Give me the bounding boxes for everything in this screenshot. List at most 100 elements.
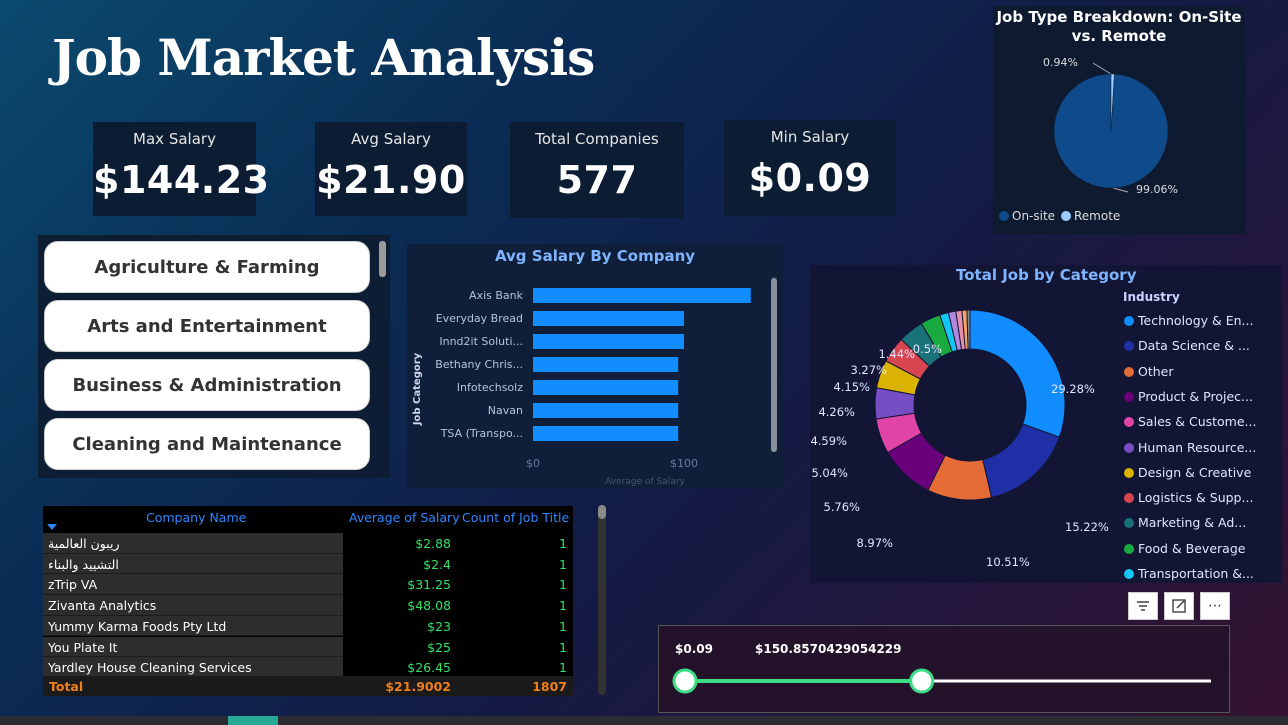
legend-label: Logistics & Supp... <box>1138 490 1254 506</box>
table-scrollbar-thumb[interactable] <box>598 505 606 519</box>
pie-leader-onsite <box>1112 187 1129 193</box>
legend-item[interactable]: Data Science & ... <box>1124 338 1250 353</box>
bar-x-tick-100: $100 <box>670 457 698 470</box>
legend-item[interactable]: Human Resource... <box>1124 440 1256 455</box>
cell-count: 1 <box>559 556 567 572</box>
slicer-item-agriculture[interactable]: Agriculture & Farming <box>44 241 370 293</box>
kpi-label: Min Salary <box>770 128 850 146</box>
donut-pct-label: 29.28% <box>1051 382 1095 396</box>
pie-label-remote: 0.94% <box>1043 56 1078 69</box>
legend-item[interactable]: Design & Creative <box>1124 465 1251 480</box>
table-row[interactable]: Yummy Karma Foods Pty Ltd $23 1 <box>43 615 573 637</box>
kpi-max-salary: Max Salary $144.23 <box>93 122 269 216</box>
donut-pct-label: 0.5% <box>913 342 942 356</box>
table-row[interactable]: You Plate It $25 1 <box>43 636 573 658</box>
category-donut-panel: Total Job by Category Industry Technolog… <box>810 265 1282 583</box>
col-count-job[interactable]: Count of Job Title <box>462 510 569 525</box>
legend-dot <box>1124 316 1134 326</box>
table-row[interactable]: ريبون العالمية $2.88 1 <box>43 533 573 554</box>
legend-label: Transportation &... <box>1138 566 1254 581</box>
legend-item[interactable]: Food & Beverage <box>1124 541 1245 556</box>
salary-range-slicer: $0.09 $150.8570429054229 <box>658 625 1230 713</box>
more-options-button[interactable]: ⋯ <box>1200 592 1230 620</box>
focus-mode-button[interactable] <box>1164 592 1194 620</box>
bar-1[interactable] <box>533 311 684 326</box>
donut-chart-svg: 29.28% 15.22% 10.51% 8.97% 5.76% 5.04% 4.59% 4.… <box>810 309 1109 569</box>
legend-dot <box>1124 493 1134 504</box>
bar-4[interactable] <box>533 380 679 395</box>
kpi-label: Avg Salary <box>351 130 431 148</box>
total-count: 1807 <box>532 679 567 694</box>
legend-item[interactable]: Transportation &... <box>1124 566 1254 581</box>
legend-item[interactable]: Technology & En... <box>1124 313 1253 328</box>
cell-count: 1 <box>559 577 567 593</box>
bar-category-label: TSA (Transpo... <box>440 427 523 440</box>
total-label: Total <box>49 679 84 694</box>
donut-pct-label: 15.22% <box>1065 520 1109 534</box>
range-slider-track[interactable] <box>659 626 1231 714</box>
bar-category-label: Axis Bank <box>469 289 524 302</box>
bar-5[interactable] <box>533 403 679 418</box>
page-tab-active[interactable] <box>228 716 278 725</box>
pie-legend-onsite[interactable]: On-site <box>1012 209 1055 223</box>
cell-company-name: zTrip VA <box>48 577 98 593</box>
slicer-item-cleaning[interactable]: Cleaning and Maintenance <box>44 418 370 470</box>
range-high-handle[interactable] <box>909 668 935 694</box>
bar-category-label: Innd2it Soluti... <box>439 335 523 348</box>
legend-label: Food & Beverage <box>1138 540 1246 556</box>
cell-company-name: Yardley House Cleaning Services <box>48 660 252 676</box>
legend-label: Data Science & ... <box>1138 338 1250 354</box>
legend-item[interactable]: Product & Projec... <box>1124 389 1253 404</box>
cell-avg-salary: $2.4 <box>423 556 451 572</box>
col-avg-salary[interactable]: Average of Salary <box>349 510 460 525</box>
slicer-scrollbar[interactable] <box>379 241 386 277</box>
donut-pct-label: 3.27% <box>850 363 887 377</box>
bar-3[interactable] <box>533 357 679 372</box>
table-row[interactable]: Yardley House Cleaning Services $26.45 1 <box>43 657 573 678</box>
category-slicer: Agriculture & Farming Arts and Entertain… <box>38 235 390 478</box>
bar-chart-svg: Job Category Average of Salary $0 $100 A… <box>412 276 777 487</box>
kpi-value: $21.90 <box>316 158 466 202</box>
legend-title: Industry <box>1123 290 1180 304</box>
range-low-handle[interactable] <box>672 668 698 694</box>
legend-dot <box>1124 569 1134 579</box>
bar-y-axis-label: Job Category <box>412 352 423 426</box>
legend-label: Technology & En... <box>1138 313 1254 328</box>
donut-slice-1[interactable] <box>982 423 1061 499</box>
legend-item[interactable]: Sales & Custome... <box>1124 414 1256 429</box>
table-row[interactable]: التشييد والبناء $2.4 1 <box>43 553 573 575</box>
slicer-item-business[interactable]: Business & Administration <box>44 359 370 411</box>
bar-category-label: Infotechsolz <box>457 381 523 394</box>
legend-item[interactable]: Marketing & Ad... <box>1124 515 1246 530</box>
legend-label: Design & Creative <box>1138 464 1252 480</box>
donut-slice-0[interactable] <box>969 309 1066 438</box>
bar-6[interactable] <box>533 426 679 441</box>
pie-leader-remote <box>1092 62 1112 75</box>
legend-item[interactable]: Logistics & Supp... <box>1124 490 1253 505</box>
cell-company-name: Zivanta Analytics <box>48 598 157 614</box>
job-type-pie-panel: Job Type Breakdown: On-Site vs. Remote 0… <box>993 6 1245 234</box>
table-row[interactable]: Zivanta Analytics $48.08 1 <box>43 595 573 616</box>
bar-scrollbar-thumb[interactable] <box>771 278 777 452</box>
slicer-item-arts[interactable]: Arts and Entertainment <box>44 300 370 352</box>
cell-count: 1 <box>559 536 567 551</box>
bar-0[interactable] <box>533 288 751 303</box>
table-scrollbar[interactable] <box>598 505 606 695</box>
pie-legend-remote[interactable]: Remote <box>1074 209 1120 223</box>
donut-pct-label: 8.97% <box>856 536 893 550</box>
donut-pct-label: 4.59% <box>810 434 847 448</box>
table-row[interactable]: zTrip VA $31.25 1 <box>43 574 573 596</box>
sort-desc-icon[interactable] <box>47 524 57 532</box>
donut-pct-label: 1.44% <box>878 347 915 361</box>
donut-pct-label: 4.26% <box>818 405 855 419</box>
legend-label: Other <box>1138 363 1174 379</box>
page-title: Job Market Analysis <box>52 28 595 87</box>
legend-dot <box>1124 417 1134 428</box>
col-company-name[interactable]: Company Name <box>146 510 246 525</box>
legend-item[interactable]: Other <box>1124 364 1174 379</box>
bar-category-label: Bethany Chris... <box>435 358 523 371</box>
filter-button[interactable] <box>1128 592 1158 620</box>
more-options-icon: ⋯ <box>1208 598 1222 614</box>
donut-pct-label: 4.15% <box>833 380 870 394</box>
bar-2[interactable] <box>533 334 684 349</box>
